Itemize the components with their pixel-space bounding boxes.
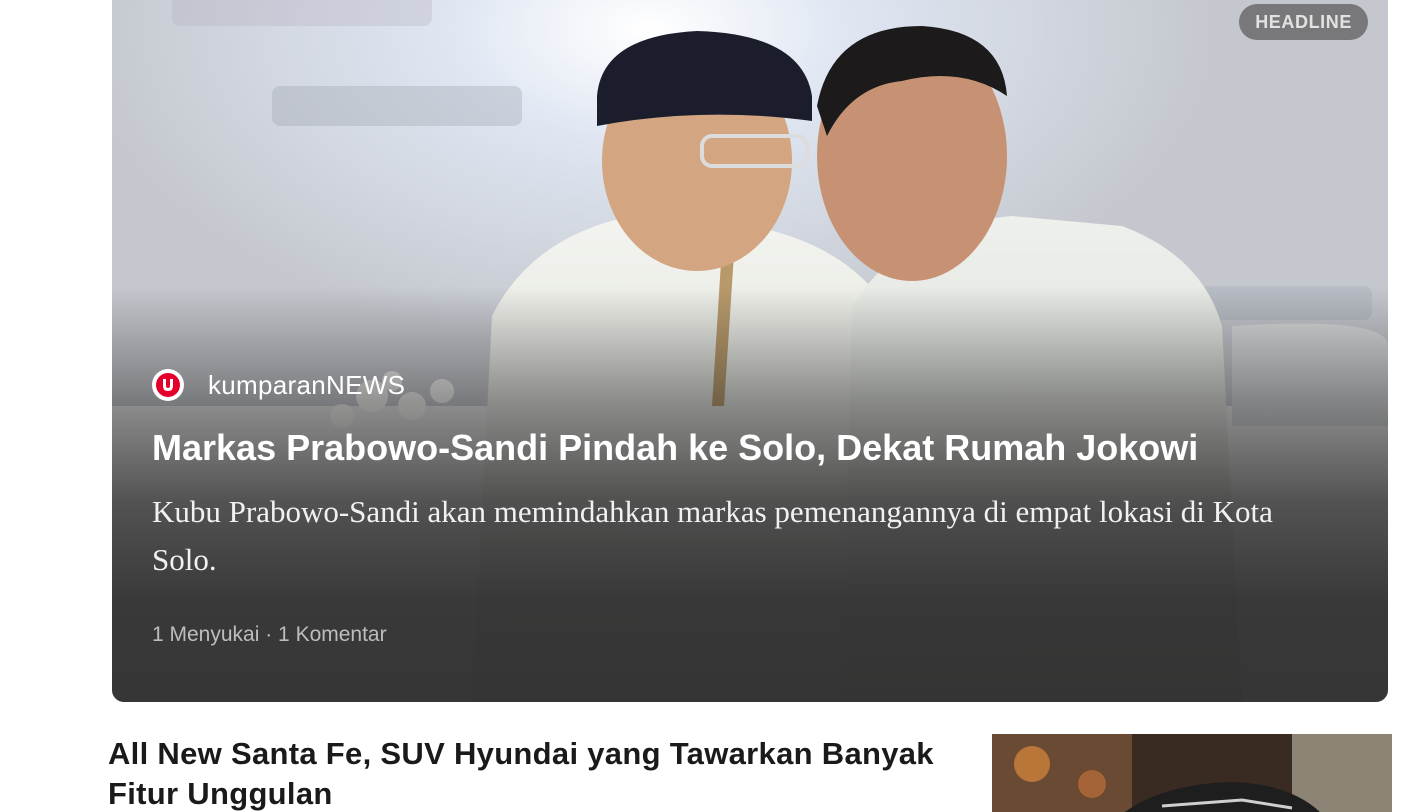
article-thumbnail[interactable] — [992, 734, 1392, 812]
headline-stats: 1 Menyukai · 1 Komentar — [152, 623, 387, 646]
headline-title[interactable]: Markas Prabowo-Sandi Pindah ke Solo, Dek… — [152, 424, 1352, 472]
headline-summary: Kubu Prabowo-Sandi akan memindahkan mark… — [152, 494, 1273, 577]
source-name[interactable]: kumparanNEWS — [208, 370, 405, 401]
feed-page: HEADLINE kumparanNEWS Markas Prabowo-San… — [0, 0, 1418, 812]
article-title[interactable]: All New Santa Fe, SUV Hyundai yang Tawar… — [108, 734, 938, 812]
card-gradient-overlay — [112, 0, 1388, 702]
headline-card[interactable]: HEADLINE kumparanNEWS Markas Prabowo-San… — [112, 0, 1388, 702]
kumparan-logo-icon — [152, 369, 184, 401]
list-item[interactable]: All New Santa Fe, SUV Hyundai yang Tawar… — [108, 734, 1408, 812]
source-row[interactable]: kumparanNEWS — [152, 368, 405, 402]
headline-badge: HEADLINE — [1239, 4, 1368, 40]
